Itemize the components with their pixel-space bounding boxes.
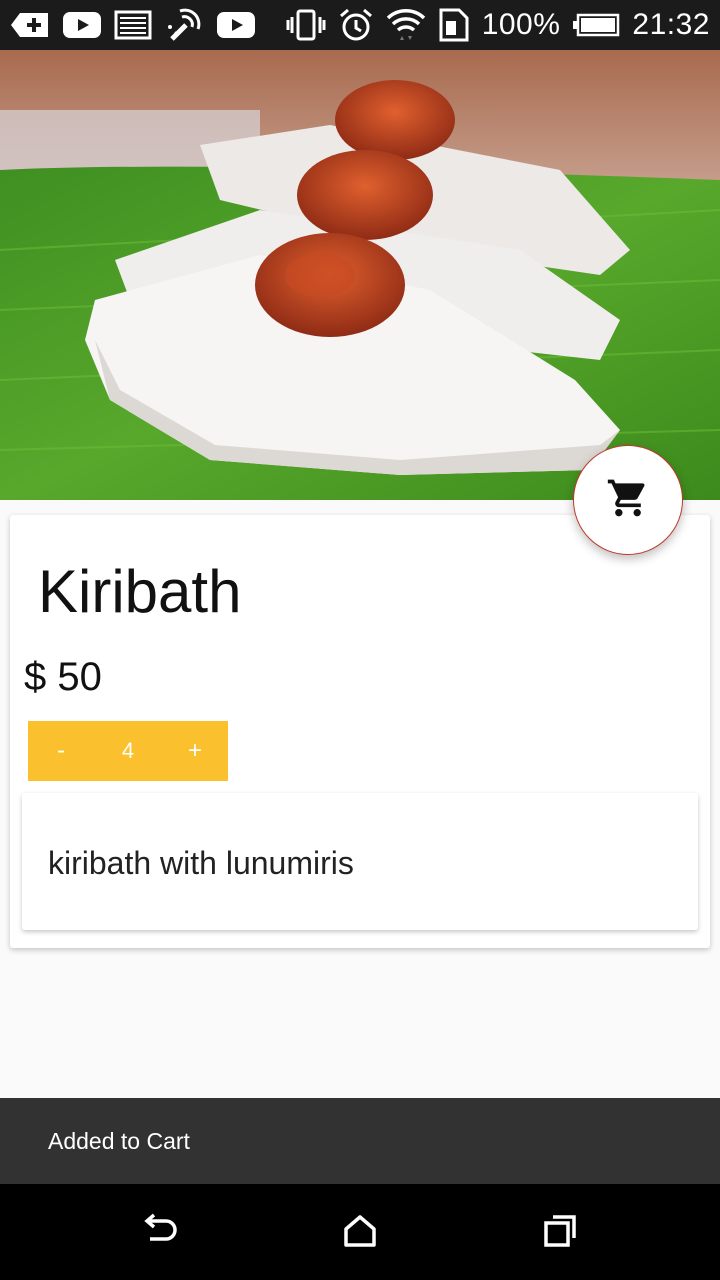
youtube-icon — [62, 10, 102, 40]
product-card: Kiribath $ 50 - 4 + kiribath with lunumi… — [10, 515, 710, 948]
battery-percent: 100% — [481, 8, 561, 41]
recents-button[interactable] — [535, 1208, 585, 1258]
clock: 21:32 — [632, 8, 710, 41]
navigation-bar — [0, 1184, 720, 1280]
add-to-cart-button[interactable] — [573, 445, 683, 555]
home-button[interactable] — [335, 1208, 385, 1258]
product-image — [0, 50, 720, 500]
cart-icon — [606, 476, 650, 525]
description-card: kiribath with lunumiris — [22, 793, 698, 930]
alarm-icon — [338, 7, 374, 43]
status-bar: 100% 21:32 — [0, 0, 720, 50]
youtube-icon — [216, 10, 256, 40]
snackbar: Added to Cart — [0, 1098, 720, 1184]
snackbar-message: Added to Cart — [48, 1127, 190, 1154]
sim-icon — [438, 7, 470, 43]
quantity-stepper: - 4 + — [28, 721, 228, 781]
back-button[interactable] — [135, 1208, 185, 1258]
product-price: $ 50 — [24, 655, 102, 699]
image-icon — [114, 10, 152, 40]
increase-quantity-button[interactable]: + — [162, 721, 228, 781]
decrease-quantity-button[interactable]: - — [28, 721, 94, 781]
home-icon — [340, 1211, 380, 1256]
quantity-value: 4 — [121, 738, 135, 763]
battery-icon — [572, 12, 620, 38]
product-name: Kiribath — [38, 558, 242, 625]
add-app-icon — [10, 11, 50, 39]
vibrate-icon — [286, 8, 326, 42]
magic-wand-icon — [164, 5, 204, 45]
back-icon — [140, 1211, 180, 1256]
wifi-icon — [386, 6, 426, 44]
product-description: kiribath with lunumiris — [48, 845, 354, 881]
recents-icon — [540, 1211, 580, 1256]
